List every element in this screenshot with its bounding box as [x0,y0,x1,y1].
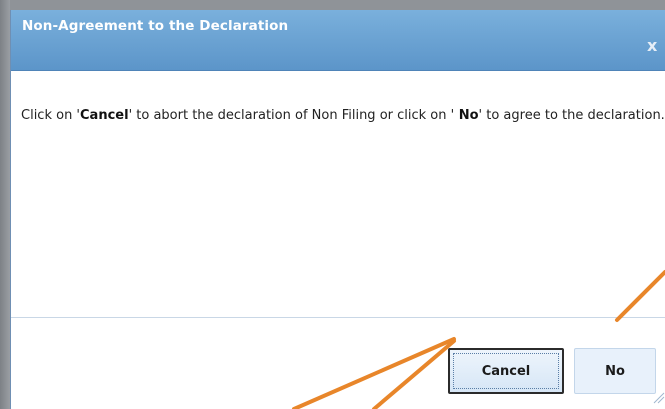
message-part-3: ' to agree to the declaration. [478,108,665,123]
non-agreement-dialog: Non-Agreement to the Declaration x Click… [10,10,665,409]
message-part-1: Click on ' [21,108,81,123]
dialog-titlebar[interactable]: Non-Agreement to the Declaration x [11,10,665,71]
no-button[interactable]: No [574,348,656,394]
dialog-title: Non-Agreement to the Declaration [22,18,289,34]
dialog-footer: Cancel No [11,317,665,409]
page-background-top [0,0,665,10]
message-part-2: ' to abort the declaration of Non Filing… [128,108,455,123]
close-icon[interactable]: x [647,36,657,55]
message-no-word: No [454,108,479,123]
page-background-left [0,0,10,409]
dialog-message: Click on 'Cancel' to abort the declarati… [21,106,665,125]
resize-grip-icon[interactable] [651,390,665,404]
cancel-button[interactable]: Cancel [448,348,564,394]
message-cancel-word: Cancel [80,108,129,123]
